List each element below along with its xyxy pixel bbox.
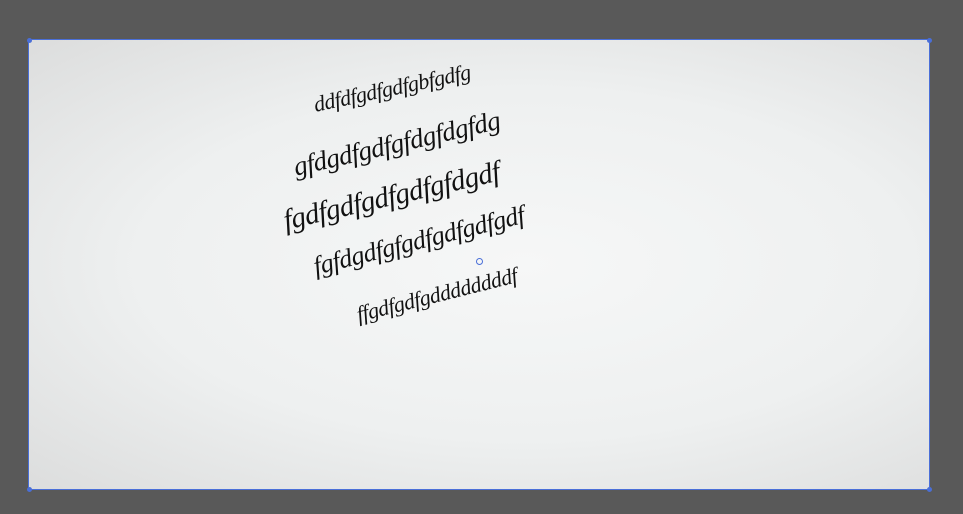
artboard-handle-bottom-right[interactable] bbox=[927, 487, 932, 492]
artboard-handle-top-right[interactable] bbox=[927, 38, 932, 43]
text-line-5[interactable]: ffgdfgdfgddddddddf bbox=[354, 263, 520, 328]
text-line-1[interactable]: ddfdfgdfgdfgbfgdfg bbox=[311, 59, 473, 118]
pasteboard: ddfdfgdfgdfgbfgdfg gfdgdfgdfgfdgfdgfdg f… bbox=[0, 0, 963, 514]
center-anchor-point[interactable] bbox=[476, 258, 483, 265]
artboard[interactable]: ddfdfgdfgdfgbfgdfg gfdgdfgdfgfdgfdgfdg f… bbox=[28, 39, 930, 490]
artboard-handle-bottom-left[interactable] bbox=[27, 487, 32, 492]
artboard-handle-top-left[interactable] bbox=[27, 38, 32, 43]
warped-text-object[interactable]: ddfdfgdfgdfgbfgdfg gfdgdfgdfgfdgfdgfdg f… bbox=[29, 40, 929, 489]
